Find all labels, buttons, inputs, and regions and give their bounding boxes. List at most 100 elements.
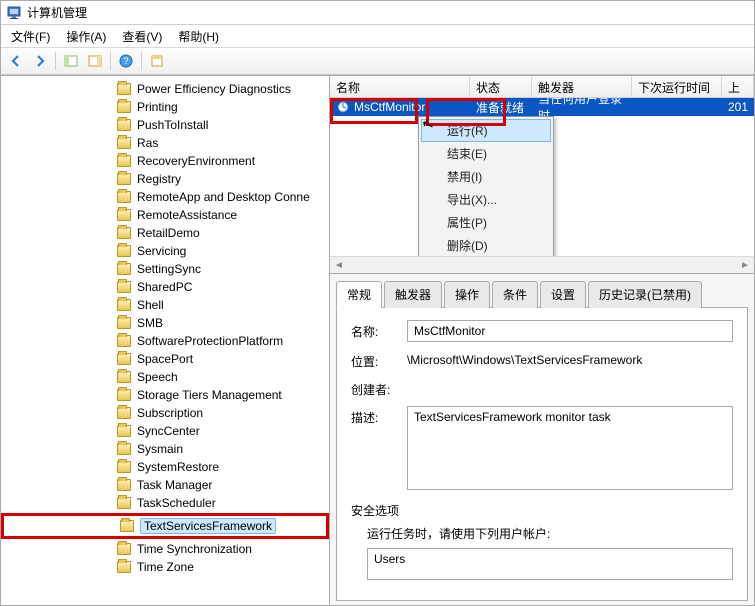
tree-item[interactable]: SpacePort [1, 350, 329, 368]
field-desc[interactable] [407, 406, 733, 490]
show-hide-tree-button[interactable] [60, 50, 82, 72]
tree-item[interactable]: Task Manager [1, 476, 329, 494]
tree-item-label: Ras [137, 136, 158, 150]
ctx-run[interactable]: 运行(R) [421, 119, 551, 142]
tab-general[interactable]: 常规 [336, 281, 382, 308]
forward-button[interactable] [29, 50, 51, 72]
ctx-end[interactable]: 结束(E) [421, 142, 551, 165]
task-row[interactable]: MsCtfMonitor 准备就绪 当任何用户登录时 201 [330, 98, 754, 116]
task-last: 201 [722, 100, 754, 114]
tree-item-label: SoftwareProtectionPlatform [137, 334, 283, 348]
tree-item[interactable]: SettingSync [1, 260, 329, 278]
folder-icon [117, 299, 131, 311]
user-listbox[interactable]: Users [367, 548, 733, 580]
tree-item[interactable]: PushToInstall [1, 116, 329, 134]
tree-item[interactable]: Registry [1, 170, 329, 188]
right-pane: 名称 状态 触发器 下次运行时间 上次 MsCtfMonitor 准备就绪 当任… [330, 76, 754, 605]
tree-item[interactable]: TaskScheduler [1, 494, 329, 512]
menu-view[interactable]: 查看(V) [114, 26, 170, 47]
tree-item[interactable]: Subscription [1, 404, 329, 422]
col-triggers[interactable]: 触发器 [532, 76, 632, 97]
tree-item[interactable]: Time Zone [1, 558, 329, 576]
tree-item[interactable]: SharedPC [1, 278, 329, 296]
col-status[interactable]: 状态 [470, 76, 532, 97]
refresh-button[interactable] [146, 50, 168, 72]
toolbar-separator [110, 52, 111, 70]
folder-icon [117, 479, 131, 491]
ctx-delete[interactable]: 删除(D) [421, 234, 551, 256]
toolbar-separator [141, 52, 142, 70]
tree-item[interactable]: Ras [1, 134, 329, 152]
scroll-right-icon[interactable]: ► [739, 260, 751, 271]
tree-item[interactable]: Servicing [1, 242, 329, 260]
tree-item[interactable]: RemoteAssistance [1, 206, 329, 224]
tree-item[interactable]: Printing [1, 98, 329, 116]
col-next-run[interactable]: 下次运行时间 [632, 76, 722, 97]
tree-item-label: Subscription [137, 406, 203, 420]
tree-item-label: Registry [137, 172, 181, 186]
tree-item-label: Sysmain [137, 442, 183, 456]
tree-item-label: TextServicesFramework [140, 518, 276, 534]
tree-item[interactable]: Storage Tiers Management [1, 386, 329, 404]
field-name[interactable] [407, 320, 733, 342]
tree-item[interactable]: TextServicesFramework [4, 517, 326, 535]
tree-item[interactable]: SMB [1, 314, 329, 332]
folder-icon [117, 461, 131, 473]
ctx-export[interactable]: 导出(X)... [421, 188, 551, 211]
folder-icon [117, 443, 131, 455]
tree-item[interactable]: RecoveryEnvironment [1, 152, 329, 170]
tree-item[interactable]: SystemRestore [1, 458, 329, 476]
menu-action[interactable]: 操作(A) [58, 26, 114, 47]
show-hide-actions-button[interactable] [84, 50, 106, 72]
folder-icon [117, 543, 131, 555]
folder-icon [117, 155, 131, 167]
help-button[interactable]: ? [115, 50, 137, 72]
field-author [407, 378, 733, 384]
tree-item[interactable]: Speech [1, 368, 329, 386]
tree-item[interactable]: RetailDemo [1, 224, 329, 242]
folder-icon [117, 245, 131, 257]
tree-item-label: Storage Tiers Management [137, 388, 282, 402]
tree-item-label: Servicing [137, 244, 186, 258]
tree-item[interactable]: SyncCenter [1, 422, 329, 440]
column-header: 名称 状态 触发器 下次运行时间 上次 [330, 76, 754, 98]
folder-icon [117, 101, 131, 113]
tree-item[interactable]: Time Synchronization [1, 540, 329, 558]
highlight-box-tree: TextServicesFramework [1, 513, 329, 539]
ctx-properties[interactable]: 属性(P) [421, 211, 551, 234]
tab-history[interactable]: 历史记录(已禁用) [588, 281, 702, 308]
horizontal-scrollbar[interactable]: ◄ ► [330, 256, 754, 273]
folder-icon [117, 317, 131, 329]
tree-item-label: SMB [137, 316, 163, 330]
tab-triggers[interactable]: 触发器 [384, 281, 442, 308]
tree-item[interactable]: Power Efficiency Diagnostics [1, 80, 329, 98]
ctx-disable[interactable]: 禁用(I) [421, 165, 551, 188]
folder-icon [117, 83, 131, 95]
tree-pane[interactable]: Power Efficiency DiagnosticsPrintingPush… [1, 76, 330, 605]
back-button[interactable] [5, 50, 27, 72]
tree-item-label: Time Synchronization [137, 542, 252, 556]
col-last-run[interactable]: 上次 [722, 76, 754, 97]
scroll-left-icon[interactable]: ◄ [333, 260, 345, 271]
app-icon [7, 6, 21, 20]
tab-conditions[interactable]: 条件 [492, 281, 538, 308]
tree-item-label: RemoteApp and Desktop Conne [137, 190, 310, 204]
menu-help[interactable]: 帮助(H) [170, 26, 227, 47]
tab-actions[interactable]: 操作 [444, 281, 490, 308]
main-content: Power Efficiency DiagnosticsPrintingPush… [1, 75, 754, 605]
tabs: 常规 触发器 操作 条件 设置 历史记录(已禁用) [336, 280, 748, 308]
tab-settings[interactable]: 设置 [540, 281, 586, 308]
menu-file[interactable]: 文件(F) [3, 26, 58, 47]
tree-item[interactable]: Sysmain [1, 440, 329, 458]
tree-item-label: Shell [137, 298, 164, 312]
tree-item[interactable]: SoftwareProtectionPlatform [1, 332, 329, 350]
tree-item[interactable]: Shell [1, 296, 329, 314]
menu-bar: 文件(F) 操作(A) 查看(V) 帮助(H) [1, 25, 754, 47]
col-name[interactable]: 名称 [330, 76, 470, 97]
tree-item[interactable]: RemoteApp and Desktop Conne [1, 188, 329, 206]
properties-panel: 常规 触发器 操作 条件 设置 历史记录(已禁用) 名称: 位置: \Micro… [330, 274, 754, 605]
folder-icon [117, 353, 131, 365]
security-hint: 运行任务时，请使用下列用户帐户: [351, 525, 733, 542]
context-menu: 运行(R) 结束(E) 禁用(I) 导出(X)... 属性(P) 删除(D) [418, 116, 554, 256]
folder-icon [117, 561, 131, 573]
